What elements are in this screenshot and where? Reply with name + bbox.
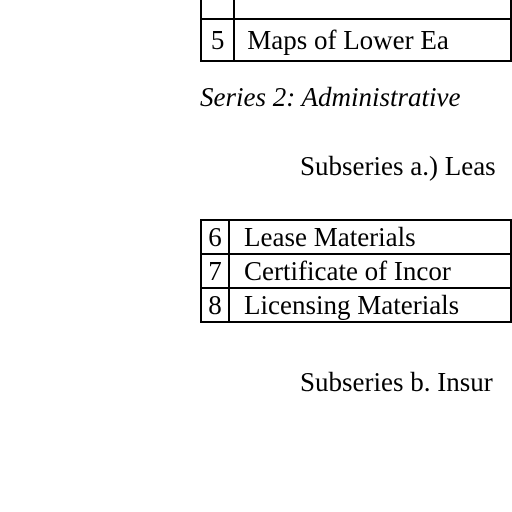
box-number-cell: 6 — [200, 219, 230, 255]
box-list-table-top: 5 Maps of Lower Ea — [199, 0, 512, 62]
table-row: 8 Licensing Materials — [200, 287, 512, 323]
box-title-cell: Lease Materials — [228, 219, 512, 255]
box-number-cell: 7 — [200, 253, 230, 289]
table-row: 5 Maps of Lower Ea — [199, 18, 512, 62]
box-title-cell: Licensing Materials — [228, 287, 512, 323]
table-row: 7 Certificate of Incor — [200, 253, 512, 289]
document-page: 5 Maps of Lower Ea Series 2: Administrat… — [0, 0, 512, 512]
box-number-cell: 5 — [199, 18, 236, 62]
box-title-cell: Maps of Lower Ea — [233, 18, 512, 62]
box-number-cell: 8 — [200, 287, 230, 323]
box-title-cell: Certificate of Incor — [228, 253, 512, 289]
box-list-table-administrative: 6 Lease Materials 7 Certificate of Incor… — [200, 219, 512, 323]
subseries-a-heading: Subseries a.) Leas — [300, 151, 496, 181]
box-number-cell — [199, 0, 236, 20]
table-row: 6 Lease Materials — [200, 219, 512, 255]
table-row — [199, 0, 512, 20]
box-title-cell — [233, 0, 512, 20]
subseries-b-heading: Subseries b. Insur — [300, 367, 493, 397]
series-heading: Series 2: Administrative — [200, 82, 461, 112]
